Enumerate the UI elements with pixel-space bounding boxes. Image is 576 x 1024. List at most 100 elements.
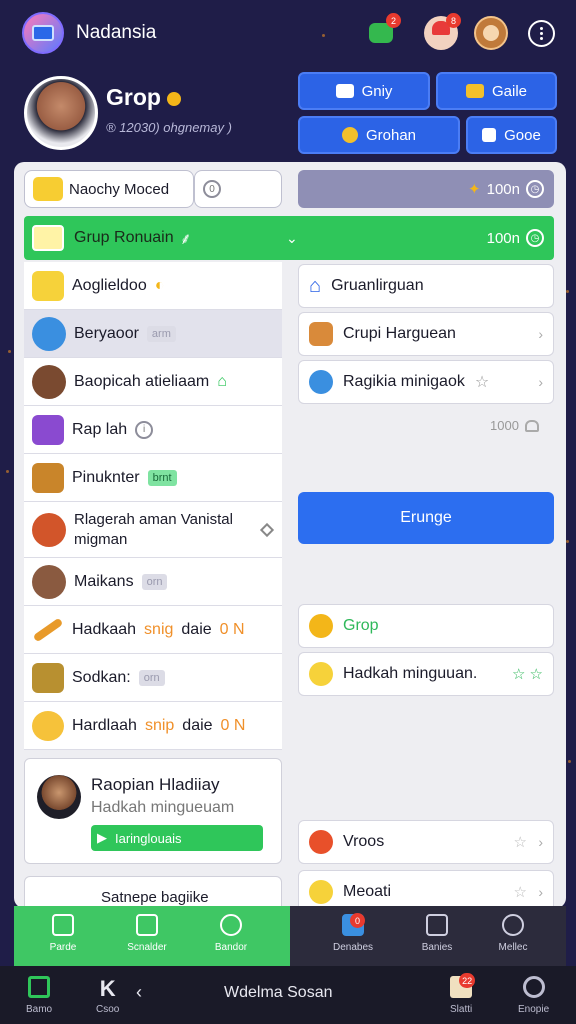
search-input[interactable]: Naochy Moced bbox=[24, 170, 194, 208]
chat-icon bbox=[220, 914, 242, 936]
files-icon bbox=[426, 914, 448, 936]
user-avatar-icon[interactable] bbox=[474, 16, 508, 50]
filter-field[interactable]: 0 bbox=[194, 170, 282, 208]
system-title: Wdelma Sosan bbox=[224, 984, 333, 1001]
tag: brnt bbox=[147, 469, 177, 486]
home-icon: ⌂ bbox=[309, 274, 322, 297]
profile-subtitle: ® 12030) ohgnemay ) bbox=[106, 120, 232, 135]
person-icon bbox=[482, 128, 497, 142]
tag: orn bbox=[138, 669, 165, 686]
sys-back[interactable]: K Csoo bbox=[96, 976, 119, 1015]
tab-profile[interactable]: Mellec bbox=[478, 914, 548, 962]
sun-icon bbox=[32, 710, 64, 741]
avatar bbox=[37, 775, 81, 819]
right-list-item[interactable]: Grop bbox=[298, 604, 554, 648]
chevron-right-icon: › bbox=[538, 834, 543, 850]
right-list-item[interactable]: ⌂ Gruanlirguan bbox=[298, 264, 554, 308]
sys-explore[interactable]: Enopie bbox=[518, 976, 549, 1015]
home-icon bbox=[28, 976, 51, 998]
star-outline-icon: ☆ bbox=[474, 374, 490, 391]
star-outline-icon[interactable]: ☆ bbox=[514, 883, 527, 901]
highlight-value: 100n ◷ bbox=[487, 229, 544, 247]
list-item[interactable]: Aoglieldoo ◐ bbox=[24, 262, 282, 310]
list-item[interactable]: Hadkaah snig daie 0 N bbox=[24, 606, 282, 654]
game-icon bbox=[32, 270, 64, 301]
compass-icon bbox=[522, 976, 545, 998]
top-bar: Nadansia 2 8 bbox=[0, 0, 576, 66]
right-list-item[interactable]: Crupi Harguean › bbox=[298, 312, 554, 356]
chevron-right-icon: › bbox=[538, 326, 543, 342]
right-list-item[interactable]: Meoati ☆ › bbox=[298, 870, 554, 908]
right-list-item[interactable]: Ragikia minigaok ☆ › bbox=[298, 360, 554, 404]
chevron-left-icon[interactable]: ‹ bbox=[136, 982, 142, 1003]
avatar bbox=[32, 564, 66, 599]
sys-stats[interactable]: 22 Slatti bbox=[450, 973, 476, 1015]
list-item[interactable]: Pinuknter brnt bbox=[24, 454, 282, 502]
profile-button-2[interactable]: Gaile bbox=[436, 72, 557, 110]
list-item[interactable]: Rlagerah aman Vanistal migman bbox=[24, 502, 282, 558]
card-subtitle: Hadkah mingueuam bbox=[91, 799, 235, 816]
right-list-item[interactable]: Hadkah minguuan. ☆ ☆ bbox=[298, 652, 554, 696]
profile-name: Grop bbox=[106, 84, 181, 111]
chest-icon bbox=[32, 662, 64, 693]
profile-card[interactable]: Raopian Hladiiay Hadkah mingueuam ▶ Iarin… bbox=[24, 758, 282, 864]
profile-button-3[interactable]: Grohan bbox=[298, 116, 460, 154]
person-icon bbox=[502, 914, 524, 936]
character-icon bbox=[309, 322, 333, 346]
likes: 1000 bbox=[490, 418, 539, 433]
star-outline-icon[interactable]: ☆ bbox=[514, 833, 527, 851]
character-avatar-icon[interactable]: 8 bbox=[424, 13, 461, 50]
map-icon bbox=[32, 225, 64, 251]
tab-files[interactable]: Banies bbox=[402, 914, 472, 962]
play-icon: ▶ bbox=[97, 830, 107, 845]
app-logo-icon[interactable] bbox=[22, 12, 64, 54]
profile-avatar[interactable] bbox=[24, 76, 98, 150]
home-icon bbox=[52, 914, 74, 936]
stat-box: ✦ 100n ◷ bbox=[298, 170, 554, 208]
tab-home[interactable]: Parde bbox=[28, 914, 98, 962]
heart-icon[interactable] bbox=[524, 419, 539, 432]
tab-schedule[interactable]: Scnalder bbox=[112, 914, 182, 962]
chevron-right-icon: › bbox=[538, 374, 543, 390]
emoji-icon bbox=[309, 662, 333, 686]
app-name: Nadansia bbox=[76, 22, 157, 43]
card-action-button[interactable]: ▶ Iaringlouais bbox=[91, 825, 263, 851]
tab-chat[interactable]: Bandor bbox=[196, 914, 266, 962]
clock-icon: ◷ bbox=[526, 229, 544, 247]
tab-bar: Parde Scnalder Bandor 0 Denabes Banies Me… bbox=[14, 906, 566, 966]
trophy-icon bbox=[309, 614, 333, 638]
info-icon: 0 bbox=[203, 180, 221, 198]
highlight-row[interactable]: Grup Ronuain ⸙ ⌄ 100n ◷ bbox=[24, 216, 554, 260]
list-item[interactable]: Beryaoor arm bbox=[24, 310, 282, 358]
chest-icon bbox=[32, 462, 64, 493]
tab-games[interactable]: 0 Denabes bbox=[318, 913, 388, 962]
bottom-card[interactable]: Satnepe bagiike bbox=[24, 876, 282, 908]
coin-icon bbox=[341, 127, 358, 143]
bulb-icon: ◐ bbox=[154, 276, 165, 294]
game-controller-icon[interactable]: 2 bbox=[364, 13, 401, 50]
stats-icon: 22 bbox=[450, 973, 476, 998]
list-item[interactable]: Hardlaah snip daie 0 N bbox=[24, 702, 282, 750]
list-item[interactable]: Sodkan: orn bbox=[24, 654, 282, 702]
profile-button-1[interactable]: Gniy bbox=[298, 72, 430, 110]
chevron-right-icon: › bbox=[538, 884, 543, 900]
emoji-icon bbox=[309, 880, 333, 904]
list-item[interactable]: Maikans orn bbox=[24, 558, 282, 606]
sparkle-icon: ✦ bbox=[468, 181, 481, 198]
notification-badge: 8 bbox=[446, 13, 461, 28]
sys-home[interactable]: Bamo bbox=[26, 976, 52, 1015]
game-icon bbox=[32, 414, 64, 445]
primary-button[interactable]: Erunge bbox=[298, 492, 554, 544]
list-item[interactable]: Rap lah i bbox=[24, 406, 282, 454]
more-options-icon[interactable] bbox=[528, 20, 555, 47]
wallet-icon bbox=[335, 84, 354, 98]
list-item[interactable]: Baopicah atieliaam ⌂ bbox=[24, 358, 282, 406]
info-icon: i bbox=[135, 420, 154, 439]
profile-button-4[interactable]: Gooe bbox=[466, 116, 557, 154]
right-list-item[interactable]: Vroos ☆ › bbox=[298, 820, 554, 864]
card-title: Raopian Hladiiay bbox=[91, 775, 220, 794]
star-icon[interactable]: ☆ ☆ bbox=[512, 665, 543, 683]
globe-icon bbox=[309, 370, 333, 394]
chevron-down-icon[interactable]: ⌄ bbox=[286, 230, 298, 247]
tag: orn bbox=[141, 573, 168, 590]
